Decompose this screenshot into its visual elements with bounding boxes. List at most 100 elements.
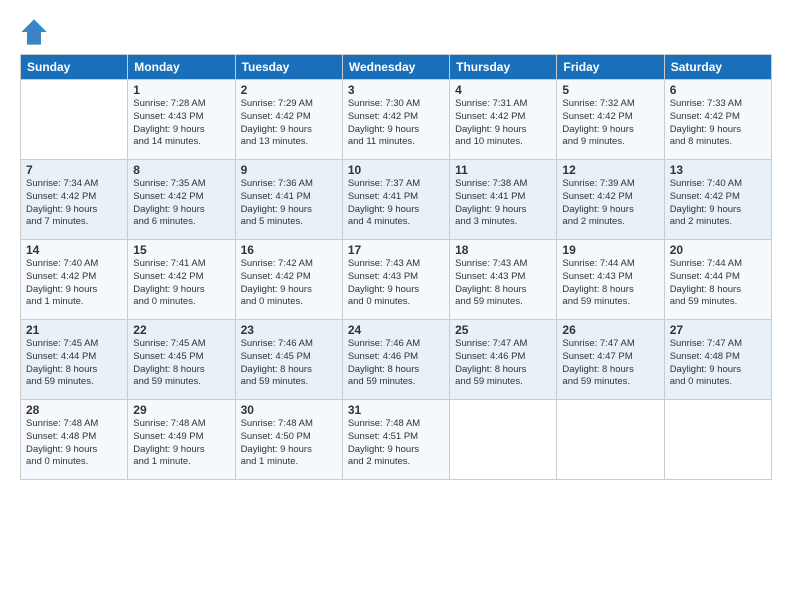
header <box>20 18 772 46</box>
weekday-header-sunday: Sunday <box>21 55 128 80</box>
day-info: Sunrise: 7:45 AM Sunset: 4:44 PM Dayligh… <box>26 338 122 389</box>
day-number: 24 <box>348 323 444 337</box>
day-info: Sunrise: 7:48 AM Sunset: 4:49 PM Dayligh… <box>133 418 229 469</box>
calendar-week-row: 21Sunrise: 7:45 AM Sunset: 4:44 PM Dayli… <box>21 320 772 400</box>
calendar-cell <box>450 400 557 480</box>
weekday-header-tuesday: Tuesday <box>235 55 342 80</box>
day-number: 12 <box>562 163 658 177</box>
day-number: 5 <box>562 83 658 97</box>
day-info: Sunrise: 7:38 AM Sunset: 4:41 PM Dayligh… <box>455 178 551 229</box>
day-number: 6 <box>670 83 766 97</box>
calendar-cell <box>664 400 771 480</box>
calendar-cell: 20Sunrise: 7:44 AM Sunset: 4:44 PM Dayli… <box>664 240 771 320</box>
day-info: Sunrise: 7:46 AM Sunset: 4:45 PM Dayligh… <box>241 338 337 389</box>
calendar-cell: 13Sunrise: 7:40 AM Sunset: 4:42 PM Dayli… <box>664 160 771 240</box>
day-number: 10 <box>348 163 444 177</box>
day-info: Sunrise: 7:45 AM Sunset: 4:45 PM Dayligh… <box>133 338 229 389</box>
day-number: 19 <box>562 243 658 257</box>
weekday-header-wednesday: Wednesday <box>342 55 449 80</box>
weekday-header-saturday: Saturday <box>664 55 771 80</box>
day-number: 13 <box>670 163 766 177</box>
weekday-header-thursday: Thursday <box>450 55 557 80</box>
day-number: 26 <box>562 323 658 337</box>
day-info: Sunrise: 7:40 AM Sunset: 4:42 PM Dayligh… <box>670 178 766 229</box>
weekday-header-monday: Monday <box>128 55 235 80</box>
day-info: Sunrise: 7:39 AM Sunset: 4:42 PM Dayligh… <box>562 178 658 229</box>
calendar-cell: 24Sunrise: 7:46 AM Sunset: 4:46 PM Dayli… <box>342 320 449 400</box>
calendar-cell: 17Sunrise: 7:43 AM Sunset: 4:43 PM Dayli… <box>342 240 449 320</box>
day-number: 21 <box>26 323 122 337</box>
calendar-cell: 21Sunrise: 7:45 AM Sunset: 4:44 PM Dayli… <box>21 320 128 400</box>
calendar-cell: 8Sunrise: 7:35 AM Sunset: 4:42 PM Daylig… <box>128 160 235 240</box>
day-number: 8 <box>133 163 229 177</box>
day-info: Sunrise: 7:43 AM Sunset: 4:43 PM Dayligh… <box>348 258 444 309</box>
day-info: Sunrise: 7:48 AM Sunset: 4:51 PM Dayligh… <box>348 418 444 469</box>
day-info: Sunrise: 7:29 AM Sunset: 4:42 PM Dayligh… <box>241 98 337 149</box>
day-info: Sunrise: 7:41 AM Sunset: 4:42 PM Dayligh… <box>133 258 229 309</box>
day-number: 31 <box>348 403 444 417</box>
calendar-cell: 23Sunrise: 7:46 AM Sunset: 4:45 PM Dayli… <box>235 320 342 400</box>
day-number: 30 <box>241 403 337 417</box>
calendar-cell: 19Sunrise: 7:44 AM Sunset: 4:43 PM Dayli… <box>557 240 664 320</box>
day-info: Sunrise: 7:31 AM Sunset: 4:42 PM Dayligh… <box>455 98 551 149</box>
day-number: 3 <box>348 83 444 97</box>
calendar-cell: 15Sunrise: 7:41 AM Sunset: 4:42 PM Dayli… <box>128 240 235 320</box>
day-number: 9 <box>241 163 337 177</box>
day-number: 18 <box>455 243 551 257</box>
logo-icon <box>20 18 48 46</box>
day-info: Sunrise: 7:34 AM Sunset: 4:42 PM Dayligh… <box>26 178 122 229</box>
day-number: 28 <box>26 403 122 417</box>
day-number: 22 <box>133 323 229 337</box>
calendar-cell: 12Sunrise: 7:39 AM Sunset: 4:42 PM Dayli… <box>557 160 664 240</box>
day-number: 16 <box>241 243 337 257</box>
day-info: Sunrise: 7:35 AM Sunset: 4:42 PM Dayligh… <box>133 178 229 229</box>
calendar-cell <box>21 80 128 160</box>
calendar-week-row: 14Sunrise: 7:40 AM Sunset: 4:42 PM Dayli… <box>21 240 772 320</box>
calendar-cell: 1Sunrise: 7:28 AM Sunset: 4:43 PM Daylig… <box>128 80 235 160</box>
day-number: 1 <box>133 83 229 97</box>
day-info: Sunrise: 7:28 AM Sunset: 4:43 PM Dayligh… <box>133 98 229 149</box>
day-number: 14 <box>26 243 122 257</box>
page: SundayMondayTuesdayWednesdayThursdayFrid… <box>0 0 792 612</box>
weekday-header-row: SundayMondayTuesdayWednesdayThursdayFrid… <box>21 55 772 80</box>
calendar-week-row: 28Sunrise: 7:48 AM Sunset: 4:48 PM Dayli… <box>21 400 772 480</box>
day-info: Sunrise: 7:40 AM Sunset: 4:42 PM Dayligh… <box>26 258 122 309</box>
day-info: Sunrise: 7:48 AM Sunset: 4:50 PM Dayligh… <box>241 418 337 469</box>
calendar-cell: 14Sunrise: 7:40 AM Sunset: 4:42 PM Dayli… <box>21 240 128 320</box>
day-number: 29 <box>133 403 229 417</box>
day-number: 11 <box>455 163 551 177</box>
day-info: Sunrise: 7:32 AM Sunset: 4:42 PM Dayligh… <box>562 98 658 149</box>
calendar-cell: 6Sunrise: 7:33 AM Sunset: 4:42 PM Daylig… <box>664 80 771 160</box>
day-number: 23 <box>241 323 337 337</box>
day-info: Sunrise: 7:37 AM Sunset: 4:41 PM Dayligh… <box>348 178 444 229</box>
day-info: Sunrise: 7:43 AM Sunset: 4:43 PM Dayligh… <box>455 258 551 309</box>
weekday-header-friday: Friday <box>557 55 664 80</box>
calendar-cell: 27Sunrise: 7:47 AM Sunset: 4:48 PM Dayli… <box>664 320 771 400</box>
day-number: 4 <box>455 83 551 97</box>
day-info: Sunrise: 7:46 AM Sunset: 4:46 PM Dayligh… <box>348 338 444 389</box>
calendar-cell: 11Sunrise: 7:38 AM Sunset: 4:41 PM Dayli… <box>450 160 557 240</box>
calendar-cell: 18Sunrise: 7:43 AM Sunset: 4:43 PM Dayli… <box>450 240 557 320</box>
day-info: Sunrise: 7:30 AM Sunset: 4:42 PM Dayligh… <box>348 98 444 149</box>
day-info: Sunrise: 7:48 AM Sunset: 4:48 PM Dayligh… <box>26 418 122 469</box>
calendar-cell: 31Sunrise: 7:48 AM Sunset: 4:51 PM Dayli… <box>342 400 449 480</box>
day-info: Sunrise: 7:47 AM Sunset: 4:48 PM Dayligh… <box>670 338 766 389</box>
day-info: Sunrise: 7:44 AM Sunset: 4:43 PM Dayligh… <box>562 258 658 309</box>
logo <box>20 18 52 46</box>
day-info: Sunrise: 7:33 AM Sunset: 4:42 PM Dayligh… <box>670 98 766 149</box>
calendar-cell: 29Sunrise: 7:48 AM Sunset: 4:49 PM Dayli… <box>128 400 235 480</box>
calendar-cell: 10Sunrise: 7:37 AM Sunset: 4:41 PM Dayli… <box>342 160 449 240</box>
calendar-cell: 3Sunrise: 7:30 AM Sunset: 4:42 PM Daylig… <box>342 80 449 160</box>
calendar-cell: 2Sunrise: 7:29 AM Sunset: 4:42 PM Daylig… <box>235 80 342 160</box>
day-number: 7 <box>26 163 122 177</box>
calendar-cell: 5Sunrise: 7:32 AM Sunset: 4:42 PM Daylig… <box>557 80 664 160</box>
calendar-cell <box>557 400 664 480</box>
calendar-cell: 7Sunrise: 7:34 AM Sunset: 4:42 PM Daylig… <box>21 160 128 240</box>
calendar-cell: 22Sunrise: 7:45 AM Sunset: 4:45 PM Dayli… <box>128 320 235 400</box>
day-info: Sunrise: 7:42 AM Sunset: 4:42 PM Dayligh… <box>241 258 337 309</box>
calendar-cell: 26Sunrise: 7:47 AM Sunset: 4:47 PM Dayli… <box>557 320 664 400</box>
day-number: 17 <box>348 243 444 257</box>
day-info: Sunrise: 7:36 AM Sunset: 4:41 PM Dayligh… <box>241 178 337 229</box>
calendar-cell: 16Sunrise: 7:42 AM Sunset: 4:42 PM Dayli… <box>235 240 342 320</box>
day-number: 2 <box>241 83 337 97</box>
